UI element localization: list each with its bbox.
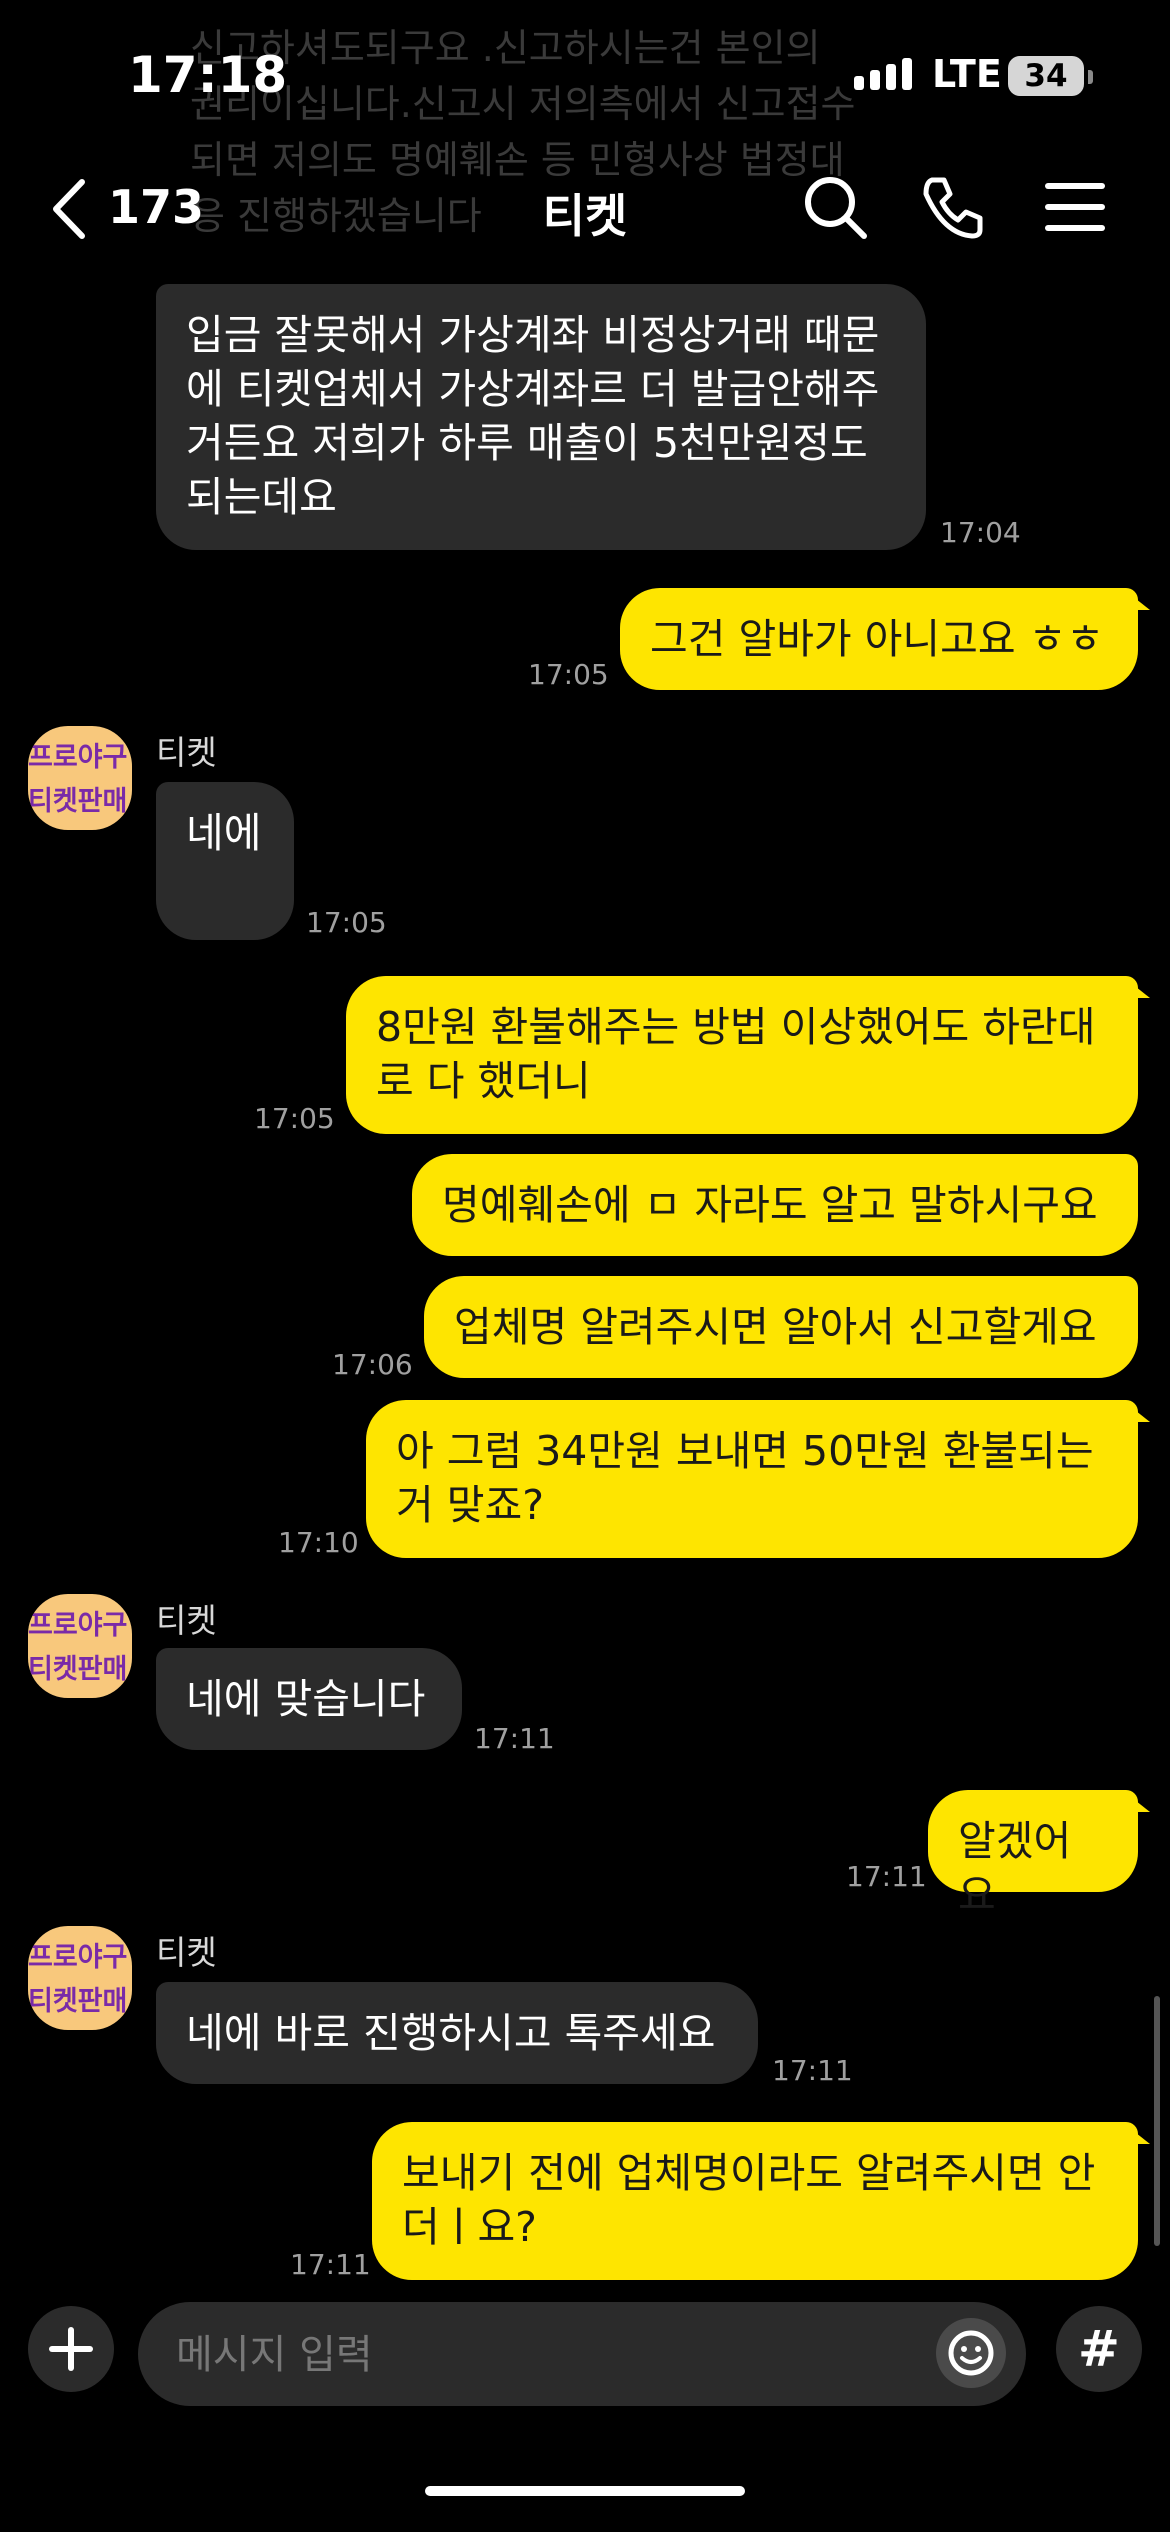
chat-title: 티켓 [542, 189, 628, 243]
hamburger-menu-icon [1045, 183, 1105, 231]
signal-icon [854, 58, 912, 90]
sender-name: 티켓 [156, 733, 217, 772]
message-bubble-outgoing[interactable]: 아 그럼 34만원 보내면 50만원 환불되는 거 맞죠? [366, 1400, 1138, 1558]
message-time: 17:11 [474, 1722, 555, 1755]
message-time: 17:04 [940, 516, 1021, 549]
emoji-button[interactable] [936, 2318, 1006, 2388]
message-time: 17:11 [772, 2054, 853, 2087]
home-indicator[interactable] [425, 2486, 745, 2496]
bubble-tail [1122, 1400, 1150, 1422]
bubble-tail [1122, 588, 1150, 610]
message-bubble-incoming[interactable]: 네에 [156, 782, 294, 940]
sender-name: 티켓 [156, 1601, 217, 1640]
message-time: 17:06 [332, 1348, 413, 1381]
avatar[interactable]: 프로야구 티켓판매 [28, 726, 132, 830]
message-bubble-outgoing[interactable]: 업체명 알려주시면 알아서 신고할게요 [424, 1276, 1138, 1378]
bubble-tail [1122, 1790, 1150, 1812]
message-input-container[interactable] [138, 2302, 1026, 2406]
scrollbar[interactable] [1154, 1996, 1160, 2246]
message-bubble-incoming[interactable]: 입금 잘못해서 가상계좌 비정상거래 때문 에 티켓업체서 가상계좌르 더 발급… [156, 284, 926, 550]
message-time: 17:10 [278, 1526, 359, 1559]
hashtag-search-button[interactable]: # [1056, 2306, 1142, 2392]
message-time: 17:11 [290, 2248, 371, 2281]
network-label: LTE [932, 52, 1002, 96]
message-time: 17:05 [254, 1102, 335, 1135]
message-time: 17:11 [846, 1860, 927, 1893]
message-bubble-incoming[interactable]: 네에 바로 진행하시고 톡주세요 [156, 1982, 758, 2084]
bubble-tail [1122, 976, 1150, 998]
message-time: 17:05 [306, 906, 387, 939]
message-bubble-outgoing[interactable]: 그건 알바가 아니고요 ㅎㅎ [620, 588, 1138, 690]
message-bubble-outgoing[interactable]: 명예훼손에 ㅁ 자라도 알고 말하시구요 [412, 1154, 1138, 1256]
battery-icon: 34 [1008, 56, 1084, 96]
plus-icon [49, 2327, 93, 2371]
bubble-tail [1122, 2122, 1150, 2144]
message-input[interactable] [174, 2324, 918, 2386]
battery-cap [1088, 70, 1093, 84]
message-bubble-incoming[interactable]: 네에 맞습니다 [156, 1648, 462, 1750]
emoji-icon [948, 2330, 994, 2376]
search-icon [805, 177, 867, 239]
message-bubble-outgoing[interactable]: 알겠어요 [928, 1790, 1138, 1919]
message-bubble-outgoing[interactable]: 보내기 전에 업체명이라도 알려주시면 안 더ㅣ요? [372, 2122, 1138, 2280]
menu-button[interactable] [1040, 172, 1110, 242]
avatar[interactable]: 프로야구 티켓판매 [28, 1926, 132, 2030]
sender-name: 티켓 [156, 1933, 217, 1972]
add-attachment-button[interactable] [28, 2306, 114, 2392]
phone-icon [923, 177, 983, 239]
avatar[interactable]: 프로야구 티켓판매 [28, 1594, 132, 1698]
status-time: 17:18 [128, 46, 288, 104]
call-button[interactable] [918, 172, 988, 242]
search-button[interactable] [800, 172, 870, 242]
message-time: 17:05 [528, 658, 609, 691]
message-bubble-outgoing[interactable]: 8만원 환불해주는 방법 이상했어도 하란대 로 다 했더니 [346, 976, 1138, 1134]
